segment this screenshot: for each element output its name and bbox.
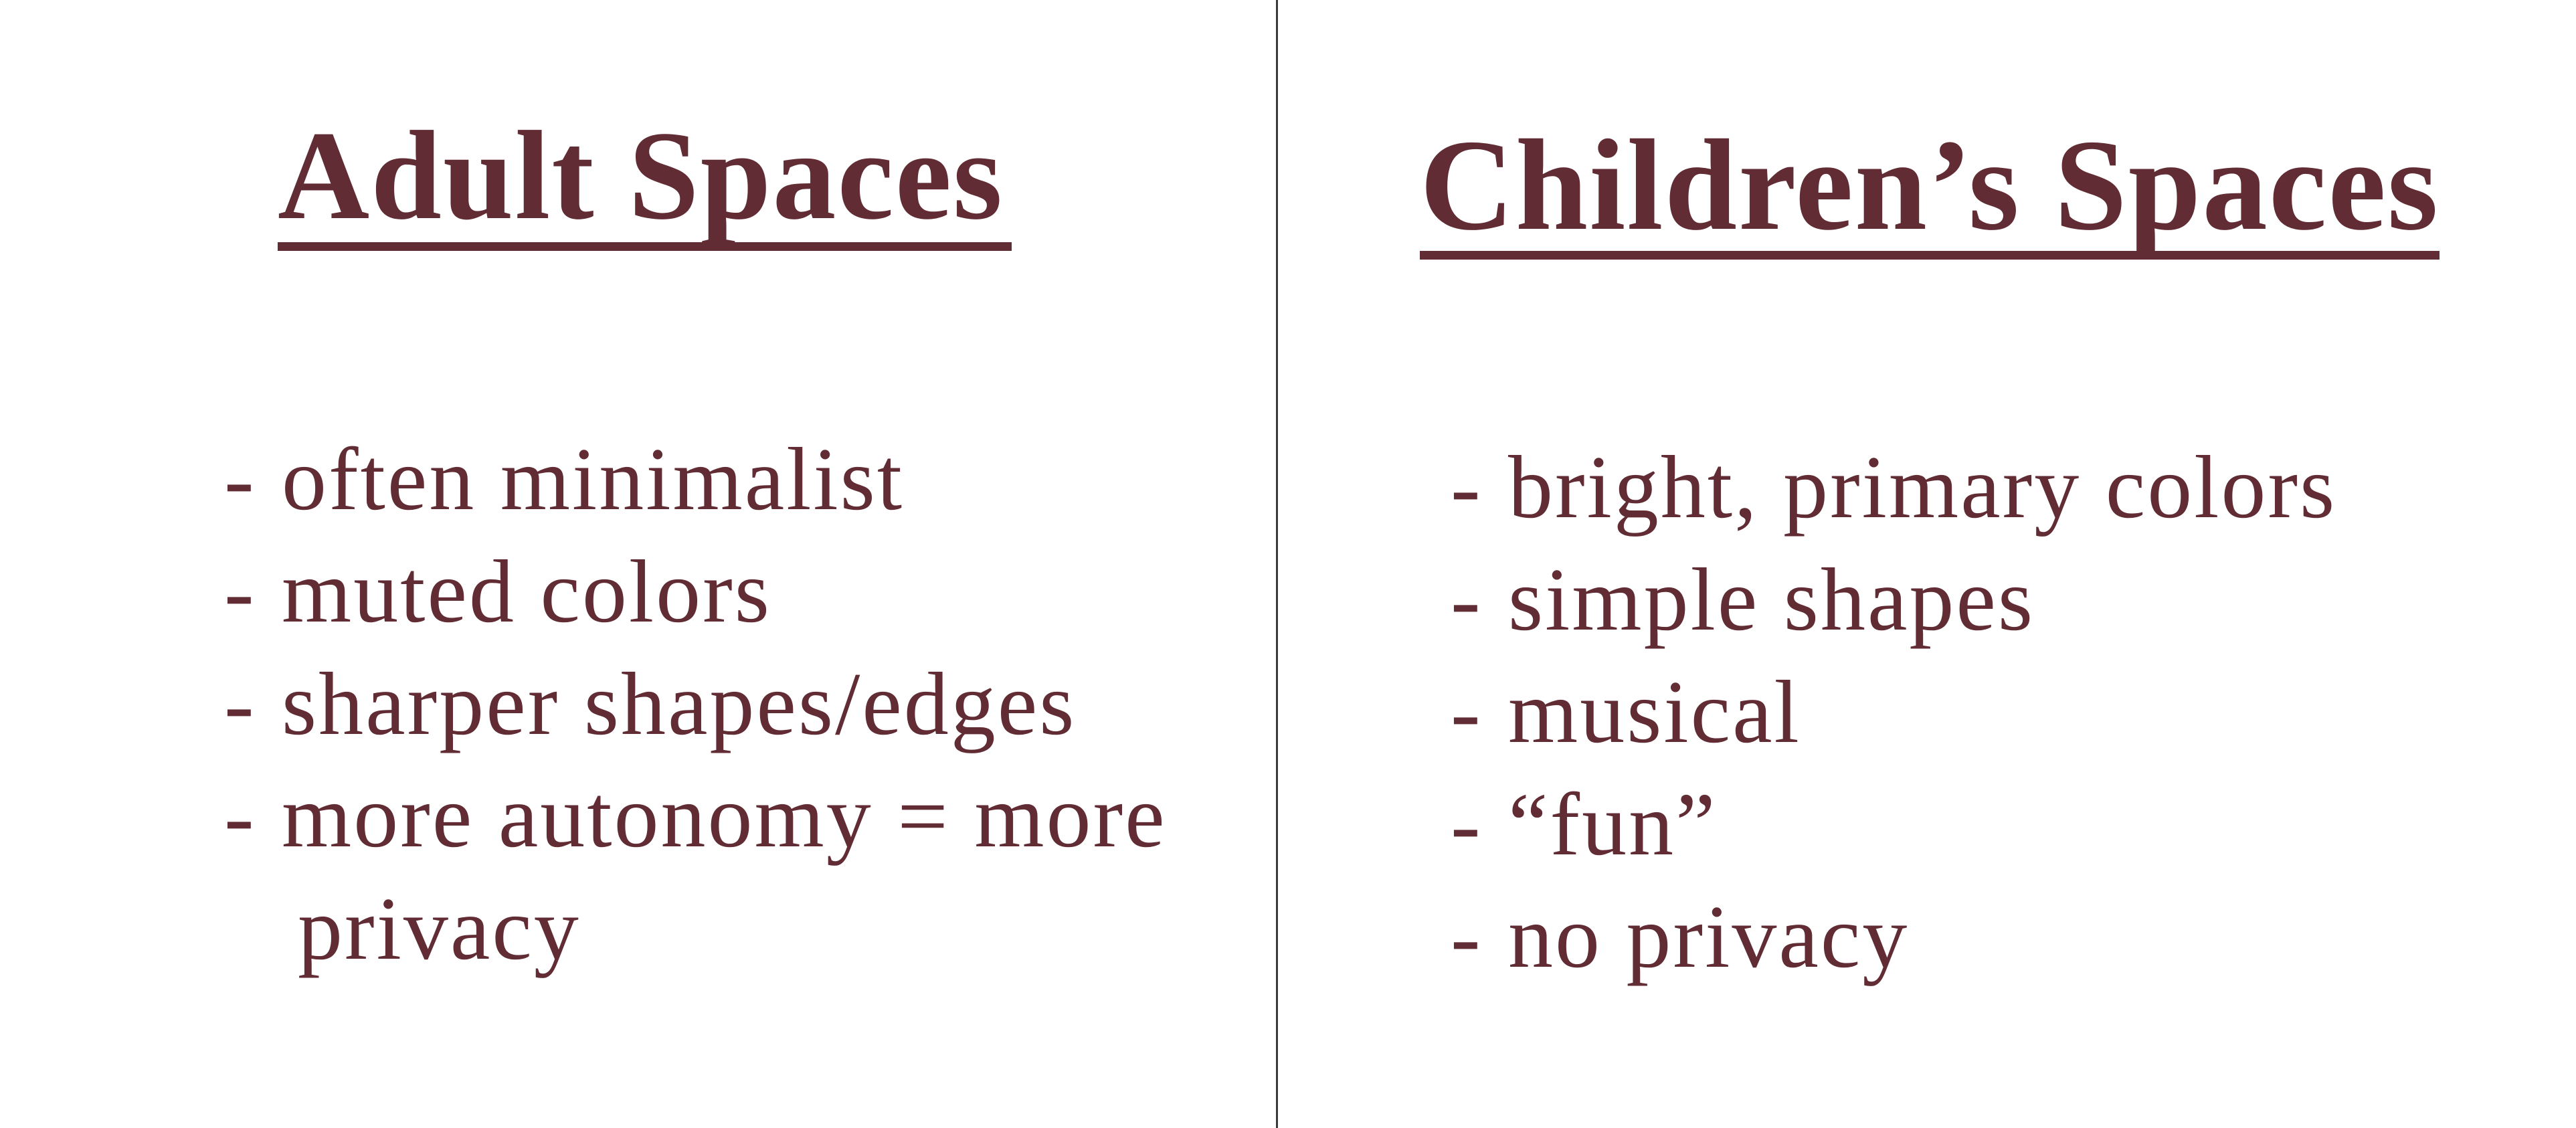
list-item-text: muted colors [282,542,771,641]
list-item: - musical [1451,656,2336,768]
bullet-dash: - [1451,550,1483,649]
list-item-text: simple shapes [1508,550,2035,649]
bullet-dash: - [224,767,256,866]
list-item: - bright, primary colors [1451,431,2336,543]
bullet-dash: - [224,542,256,641]
list-item: - muted colors [224,535,1167,648]
center-divider [1276,0,1278,1128]
adult-spaces-list: - often minimalist - muted colors - sharper… [224,423,1167,985]
list-item-text: “fun” [1508,775,1718,874]
adult-spaces-heading: Adult Spaces [278,106,1004,246]
bullet-dash: - [224,430,256,529]
list-item-text: musical [1508,662,1801,761]
bullet-dash: - [1451,662,1483,761]
bullet-dash: - [224,654,256,753]
list-item-text: often minimalist [282,430,905,529]
list-item: - simple shapes [1451,543,2336,656]
list-item-text: sharper shapes/edges [282,654,1077,753]
list-item: - “fun” [1451,768,2336,880]
list-item: - no privacy [1451,880,2336,993]
list-item-text: more autonomy = more [282,767,1167,866]
childrens-spaces-underline [1420,251,2440,260]
list-item: - more autonomy = more [224,760,1167,872]
list-item: - sharper shapes/edges [224,648,1167,760]
list-item-continuation: privacy [298,879,581,978]
list-item-text: no privacy [1508,887,1910,986]
list-item: - often minimalist [224,423,1167,535]
childrens-spaces-heading: Children’s Spaces [1420,113,2440,258]
bullet-dash: - [1451,438,1483,537]
bullet-dash: - [1451,887,1483,986]
bullet-dash: - [1451,775,1483,874]
childrens-spaces-list: - bright, primary colors - simple shapes -… [1451,431,2336,993]
adult-spaces-underline [278,242,1012,251]
list-item-text: bright, primary colors [1508,438,2337,537]
